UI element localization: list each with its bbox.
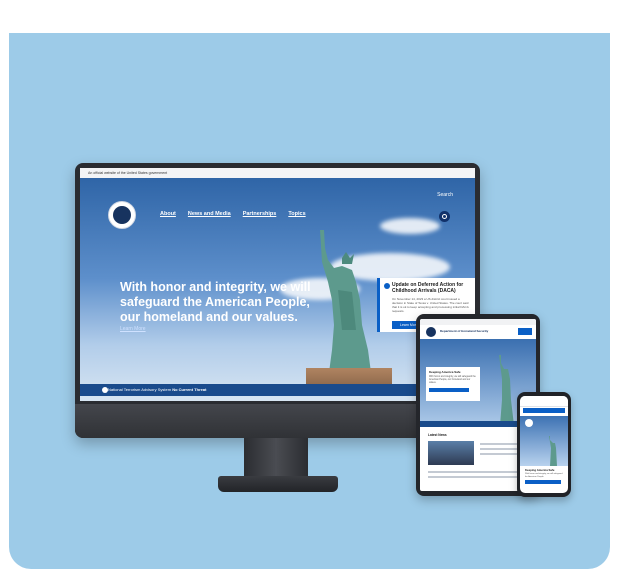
search-link[interactable]: Search xyxy=(437,192,453,198)
phone-card-title: Keeping America Safe xyxy=(525,468,555,472)
phone-device: Keeping America Safe With honor and inte… xyxy=(517,392,571,497)
dhs-seal-logo[interactable] xyxy=(426,327,436,337)
monitor-stand-neck xyxy=(244,438,308,478)
phone-hero-card: Keeping America Safe With honor and inte… xyxy=(523,466,565,490)
tablet-header: Department of Homeland Security xyxy=(420,325,536,339)
nav-about[interactable]: About xyxy=(160,211,176,217)
statue-of-liberty-image xyxy=(549,436,557,466)
alert-title: Update on Deferred Action for Childhood … xyxy=(392,282,464,294)
alert-body: On November 14, 2023 a US district court… xyxy=(392,297,469,313)
tablet-card-button[interactable] xyxy=(429,388,469,392)
gov-banner: An official website of the United States… xyxy=(80,168,475,178)
search-icon[interactable] xyxy=(439,211,450,222)
phone-nav-bar[interactable] xyxy=(523,408,565,413)
phone-header xyxy=(520,396,568,407)
phone-card-body: With honor and integrity, we will safegu… xyxy=(525,473,563,478)
tablet-card-title: Keeping America Safe xyxy=(429,370,461,374)
news-image[interactable] xyxy=(428,441,474,465)
tablet-hero-card: Keeping America Safe With honor and inte… xyxy=(426,367,480,401)
main-nav: About News and Media Partnerships Topics xyxy=(160,211,306,217)
ntas-text: National Terrorism Advisory System xyxy=(108,387,172,392)
dhs-seal-logo[interactable] xyxy=(525,419,533,427)
dhs-seal-logo[interactable] xyxy=(108,201,136,229)
tablet-news-title: Latest News xyxy=(428,433,447,437)
statue-of-liberty-image xyxy=(320,230,372,380)
monitor-stand-base xyxy=(218,476,338,492)
phone-screen: Keeping America Safe With honor and inte… xyxy=(520,396,568,493)
tablet-card-body: With honor and integrity, we will safegu… xyxy=(429,376,476,384)
info-icon xyxy=(384,283,390,289)
menu-button[interactable] xyxy=(518,328,532,335)
nav-topics[interactable]: Topics xyxy=(288,211,305,217)
hero-headline: With honor and integrity, we will safegu… xyxy=(120,280,311,324)
nav-partnerships[interactable]: Partnerships xyxy=(243,211,277,217)
statue-of-liberty-image xyxy=(499,355,514,425)
tablet-site-name: Department of Homeland Security xyxy=(440,329,489,333)
nav-news-and-media[interactable]: News and Media xyxy=(188,211,231,217)
hero-learn-more-link[interactable]: Learn More xyxy=(120,326,146,332)
info-icon xyxy=(102,387,108,393)
ntas-status: No Current Threat xyxy=(172,387,207,392)
phone-card-button[interactable] xyxy=(525,480,561,485)
